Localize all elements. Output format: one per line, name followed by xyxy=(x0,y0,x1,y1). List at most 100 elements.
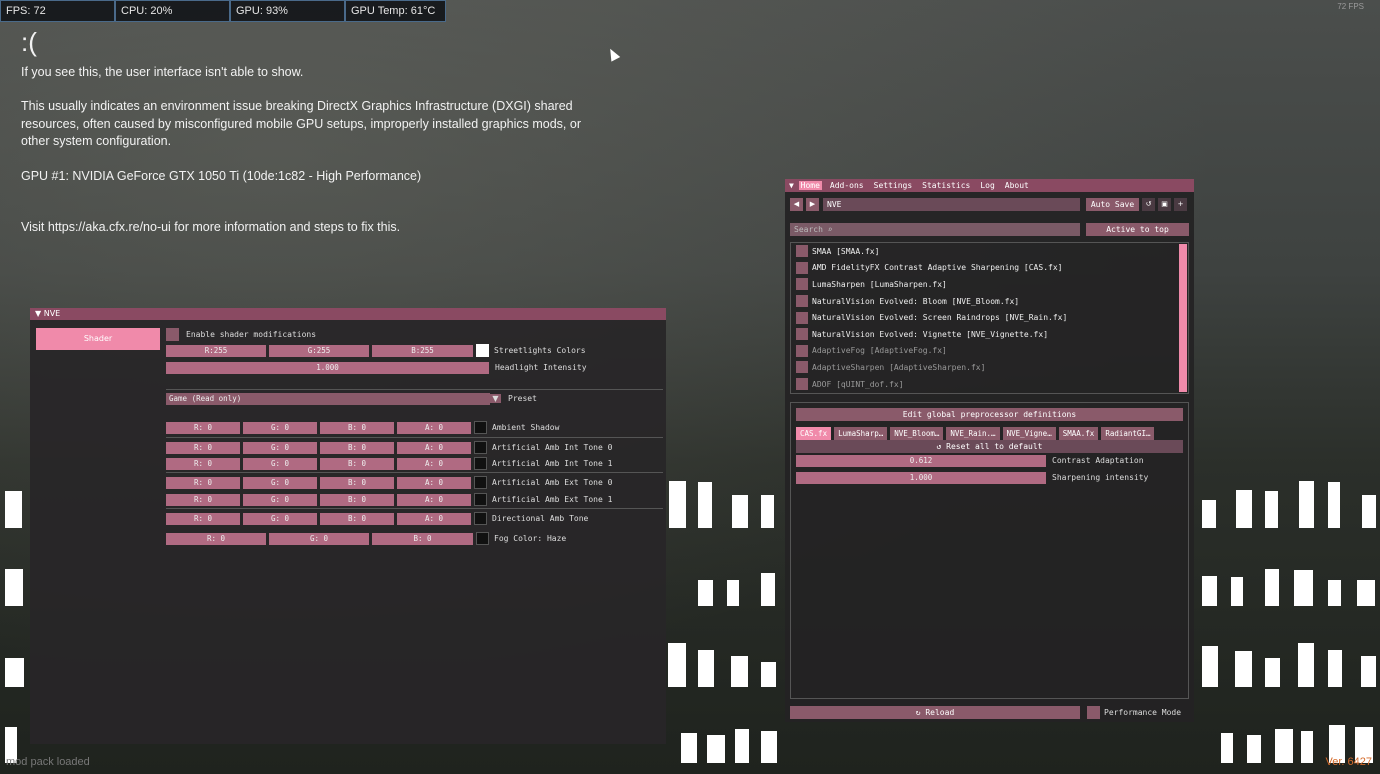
effect-tab[interactable]: NVE_Bloom… xyxy=(890,427,944,440)
color-r-field[interactable]: R: 0 xyxy=(166,493,240,506)
fog-g[interactable]: G: 0 xyxy=(269,532,369,545)
effect-checkbox[interactable] xyxy=(796,261,808,274)
fog-swatch[interactable] xyxy=(476,532,489,545)
color-a-field[interactable]: A: 0 xyxy=(397,421,471,434)
effect-tab[interactable]: RadiantGI… xyxy=(1101,427,1155,440)
menu-item[interactable]: About xyxy=(1003,181,1031,190)
color-r-field[interactable]: R: 0 xyxy=(166,476,240,489)
nve-titlebar[interactable]: ▼ NVE xyxy=(30,308,666,320)
menu-item[interactable]: Home xyxy=(798,181,822,190)
preset-dropdown[interactable]: Game (Read only) xyxy=(166,392,490,405)
streetlights-r[interactable]: R:255 xyxy=(166,344,266,357)
effect-tab[interactable]: CAS.fx xyxy=(796,427,832,440)
sharpen-slider[interactable]: 1.000 xyxy=(796,471,1046,484)
effect-tab[interactable]: LumaSharp… xyxy=(834,427,888,440)
effect-item[interactable]: ADOF [qUINT_dof.fx] xyxy=(791,376,1188,393)
color-r-field[interactable]: R: 0 xyxy=(166,512,240,525)
effect-item[interactable]: LumaSharpen [LumaSharpen.fx] xyxy=(791,276,1188,293)
color-b-field[interactable]: B: 0 xyxy=(320,476,394,489)
color-b-field[interactable]: B: 0 xyxy=(320,441,394,454)
color-g-field[interactable]: G: 0 xyxy=(243,457,317,470)
edit-global-defs-button[interactable]: Edit global preprocessor definitions xyxy=(796,408,1183,421)
color-a-field[interactable]: A: 0 xyxy=(397,493,471,506)
streetlights-swatch[interactable] xyxy=(476,344,489,357)
revert-icon[interactable]: ↺ xyxy=(1142,198,1155,211)
effect-item[interactable]: SMAA [SMAA.fx] xyxy=(791,243,1188,260)
color-g-field[interactable]: G: 0 xyxy=(243,493,317,506)
color-a-field[interactable]: A: 0 xyxy=(397,441,471,454)
search-input[interactable]: Search ⌕ xyxy=(790,223,1080,236)
effect-item[interactable]: AdaptiveFog [AdaptiveFog.fx] xyxy=(791,343,1188,360)
effect-checkbox[interactable] xyxy=(796,378,808,391)
list-scrollbar[interactable] xyxy=(1179,244,1187,392)
color-a-field[interactable]: A: 0 xyxy=(397,512,471,525)
color-b-field[interactable]: B: 0 xyxy=(320,421,394,434)
perf-mode-checkbox[interactable] xyxy=(1087,706,1100,719)
effect-item[interactable]: NaturalVision Evolved: Vignette [NVE_Vig… xyxy=(791,326,1188,343)
effect-item[interactable]: AdaptiveSharpen [AdaptiveSharpen.fx] xyxy=(791,359,1188,376)
color-b-field[interactable]: B: 0 xyxy=(320,493,394,506)
effect-checkbox[interactable] xyxy=(796,361,808,374)
color-r-field[interactable]: R: 0 xyxy=(166,441,240,454)
menu-item[interactable]: Add-ons xyxy=(828,181,866,190)
effect-checkbox[interactable] xyxy=(796,311,808,324)
effect-tab[interactable]: NVE_Rain.… xyxy=(946,427,1000,440)
active-to-top-button[interactable]: Active to top xyxy=(1086,223,1189,236)
glitch-bar xyxy=(698,580,713,606)
effect-checkbox[interactable] xyxy=(796,344,808,357)
color-swatch[interactable] xyxy=(474,421,487,434)
menu-item[interactable]: Statistics xyxy=(920,181,972,190)
color-g-field[interactable]: G: 0 xyxy=(243,441,317,454)
save-icon[interactable]: ▣ xyxy=(1158,198,1171,211)
color-r-field[interactable]: R: 0 xyxy=(166,457,240,470)
menu-item[interactable]: Settings xyxy=(872,181,915,190)
separator xyxy=(166,389,663,390)
effect-item[interactable]: NaturalVision Evolved: Screen Raindrops … xyxy=(791,309,1188,326)
next-preset-icon[interactable]: ▶ xyxy=(806,198,819,211)
color-a-field[interactable]: A: 0 xyxy=(397,457,471,470)
effect-checkbox[interactable] xyxy=(796,295,808,308)
perf-mode-label: Performance Mode xyxy=(1104,708,1182,717)
contrast-slider[interactable]: 0.612 xyxy=(796,454,1046,467)
effect-tab[interactable]: SMAA.fx xyxy=(1058,427,1099,440)
menu-item[interactable]: Log xyxy=(978,181,996,190)
shader-tab-button[interactable]: Shader xyxy=(36,328,160,350)
enable-checkbox[interactable] xyxy=(166,328,179,341)
fog-b[interactable]: B: 0 xyxy=(372,532,473,545)
color-a-field[interactable]: A: 0 xyxy=(397,476,471,489)
prev-preset-icon[interactable]: ◀ xyxy=(790,198,803,211)
fog-r[interactable]: R: 0 xyxy=(166,532,266,545)
effect-item[interactable]: NaturalVision Evolved: Bloom [NVE_Bloom.… xyxy=(791,293,1188,310)
effect-item[interactable]: AMD FidelityFX Contrast Adaptive Sharpen… xyxy=(791,260,1188,277)
effect-checkbox[interactable] xyxy=(796,278,808,291)
color-r-field[interactable]: R: 0 xyxy=(166,421,240,434)
effect-checkbox[interactable] xyxy=(796,328,808,341)
preset-name-field[interactable]: NVE xyxy=(823,198,1080,211)
chevron-down-icon[interactable]: ▼ xyxy=(490,394,501,403)
streetlights-b[interactable]: B:255 xyxy=(372,344,473,357)
color-g-field[interactable]: G: 0 xyxy=(243,512,317,525)
streetlights-g[interactable]: G:255 xyxy=(269,344,369,357)
color-b-field[interactable]: B: 0 xyxy=(320,512,394,525)
glitch-bar xyxy=(669,481,686,528)
color-swatch[interactable] xyxy=(474,476,487,489)
color-swatch[interactable] xyxy=(474,493,487,506)
color-g-field[interactable]: G: 0 xyxy=(243,476,317,489)
headlight-slider[interactable]: 1.000 xyxy=(166,361,489,374)
color-b-field[interactable]: B: 0 xyxy=(320,457,394,470)
color-swatch[interactable] xyxy=(474,457,487,470)
reset-all-button[interactable]: ↺ Reset all to default xyxy=(796,440,1183,453)
color-swatch[interactable] xyxy=(474,441,487,454)
reload-button[interactable]: ↻ Reload xyxy=(790,706,1080,719)
effect-tab[interactable]: NVE_Vigne… xyxy=(1002,427,1056,440)
auto-save-button[interactable]: Auto Save xyxy=(1086,198,1139,211)
effect-tabs: CAS.fx LumaSharp… NVE_Bloom… NVE_Rain.… NVE_… xyxy=(796,427,1157,440)
effect-settings-panel: Edit global preprocessor definitions CAS… xyxy=(790,402,1189,699)
glitch-bar xyxy=(731,655,748,687)
color-row-label: Artificial Amb Ext Tone 1 xyxy=(492,495,613,504)
add-icon[interactable]: + xyxy=(1174,198,1187,211)
effect-checkbox[interactable] xyxy=(796,245,808,258)
color-swatch[interactable] xyxy=(474,512,487,525)
color-g-field[interactable]: G: 0 xyxy=(243,421,317,434)
glitch-bar xyxy=(668,643,686,687)
